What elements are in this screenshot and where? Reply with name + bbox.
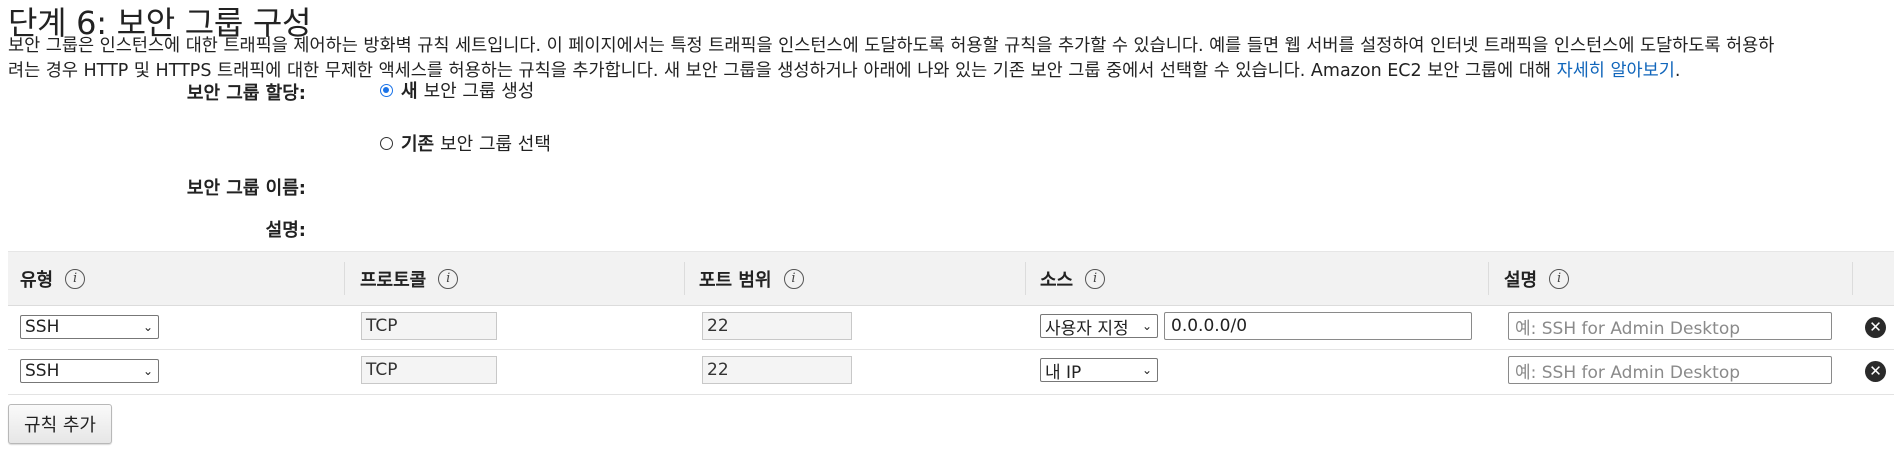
rule-description-input[interactable]: 예: SSH for Admin Desktop: [1508, 312, 1832, 340]
header-protocol: 프로토콜 i: [360, 252, 459, 305]
header-port-range-label: 포트 범위: [699, 269, 772, 291]
add-rule-button[interactable]: 규칙 추가: [8, 404, 112, 444]
info-icon[interactable]: i: [65, 268, 86, 289]
security-group-name-label: 보안 그룹 이름:: [186, 178, 306, 199]
page-description: 보안 그룹은 인스턴스에 대한 트래픽을 제어하는 방화벽 규칙 세트입니다. …: [8, 34, 1888, 84]
chevron-down-icon: ⌄: [142, 364, 153, 378]
radio-existing-label: 보안 그룹 선택: [440, 134, 551, 155]
header-type: 유형 i: [20, 252, 86, 305]
radio-button[interactable]: [380, 136, 393, 150]
column-divider: [1488, 262, 1489, 295]
info-icon[interactable]: i: [783, 268, 804, 289]
header-description: 설명 i: [1504, 252, 1570, 305]
learn-more-link[interactable]: 자세히 알아보기: [1557, 61, 1675, 81]
header-description-label: 설명: [1504, 269, 1538, 291]
protocol-field: TCP: [361, 312, 497, 340]
header-protocol-label: 프로토콜: [360, 269, 427, 291]
rules-table-header: 유형 i 프로토콜 i 포트 범위 i 소스 i 설명 i: [8, 251, 1894, 306]
column-divider: [684, 262, 685, 295]
intro-line-1: 보안 그룹은 인스턴스에 대한 트래픽을 제어하는 방화벽 규칙 세트입니다. …: [8, 36, 1775, 56]
column-divider: [1852, 262, 1853, 295]
source-type-select-value: 사용자 지정: [1045, 318, 1129, 338]
info-icon[interactable]: i: [1549, 268, 1570, 289]
chevron-down-icon: ⌄: [1141, 319, 1152, 333]
chevron-down-icon: ⌄: [1141, 363, 1152, 377]
header-port-range: 포트 범위 i: [699, 252, 804, 305]
column-divider: [1025, 262, 1026, 295]
type-select-value: SSH: [25, 361, 60, 381]
radio-new-bold-label: 새: [401, 81, 418, 102]
source-type-select[interactable]: 사용자 지정 ⌄: [1040, 314, 1158, 338]
rule-description-input[interactable]: 예: SSH for Admin Desktop: [1508, 356, 1832, 384]
table-row: SSH ⌄ TCP 22 사용자 지정 ⌄ 0.0.0.0/0 예: SSH f…: [8, 305, 1894, 350]
radio-new-label: 보안 그룹 생성: [423, 81, 535, 102]
protocol-field: TCP: [361, 356, 497, 384]
column-divider: [344, 262, 345, 295]
radio-existing-bold-label: 기존: [401, 134, 435, 155]
radio-new-security-group[interactable]: 새 보안 그룹 생성: [380, 79, 535, 102]
type-select[interactable]: SSH ⌄: [20, 315, 159, 339]
type-select-value: SSH: [25, 317, 60, 337]
source-type-select[interactable]: 내 IP ⌄: [1040, 358, 1158, 382]
intro-line-2-text: 려는 경우 HTTP 및 HTTPS 트래픽에 대한 무제한 액세스를 허용하는…: [8, 61, 1557, 81]
remove-rule-icon[interactable]: ✕: [1865, 317, 1886, 338]
header-type-label: 유형: [20, 269, 54, 291]
type-select[interactable]: SSH ⌄: [20, 359, 159, 383]
remove-rule-icon[interactable]: ✕: [1865, 361, 1886, 382]
header-source-label: 소스: [1040, 269, 1074, 291]
source-type-select-value: 내 IP: [1045, 362, 1082, 382]
description-label: 설명:: [265, 220, 306, 241]
info-icon[interactable]: i: [1085, 268, 1106, 289]
header-source: 소스 i: [1040, 252, 1106, 305]
info-icon[interactable]: i: [438, 268, 459, 289]
port-range-field: 22: [702, 312, 852, 340]
radio-existing-security-group[interactable]: 기존 보안 그룹 선택: [380, 132, 551, 155]
radio-button-checked[interactable]: [380, 83, 393, 97]
table-row: SSH ⌄ TCP 22 내 IP ⌄ 예: SSH for Admin Des…: [8, 350, 1894, 395]
source-cidr-input[interactable]: 0.0.0.0/0: [1164, 312, 1472, 340]
intro-end-punct: .: [1674, 61, 1681, 81]
chevron-down-icon: ⌄: [142, 320, 153, 334]
assign-security-group-label: 보안 그룹 할당:: [186, 83, 306, 104]
port-range-field: 22: [702, 356, 852, 384]
